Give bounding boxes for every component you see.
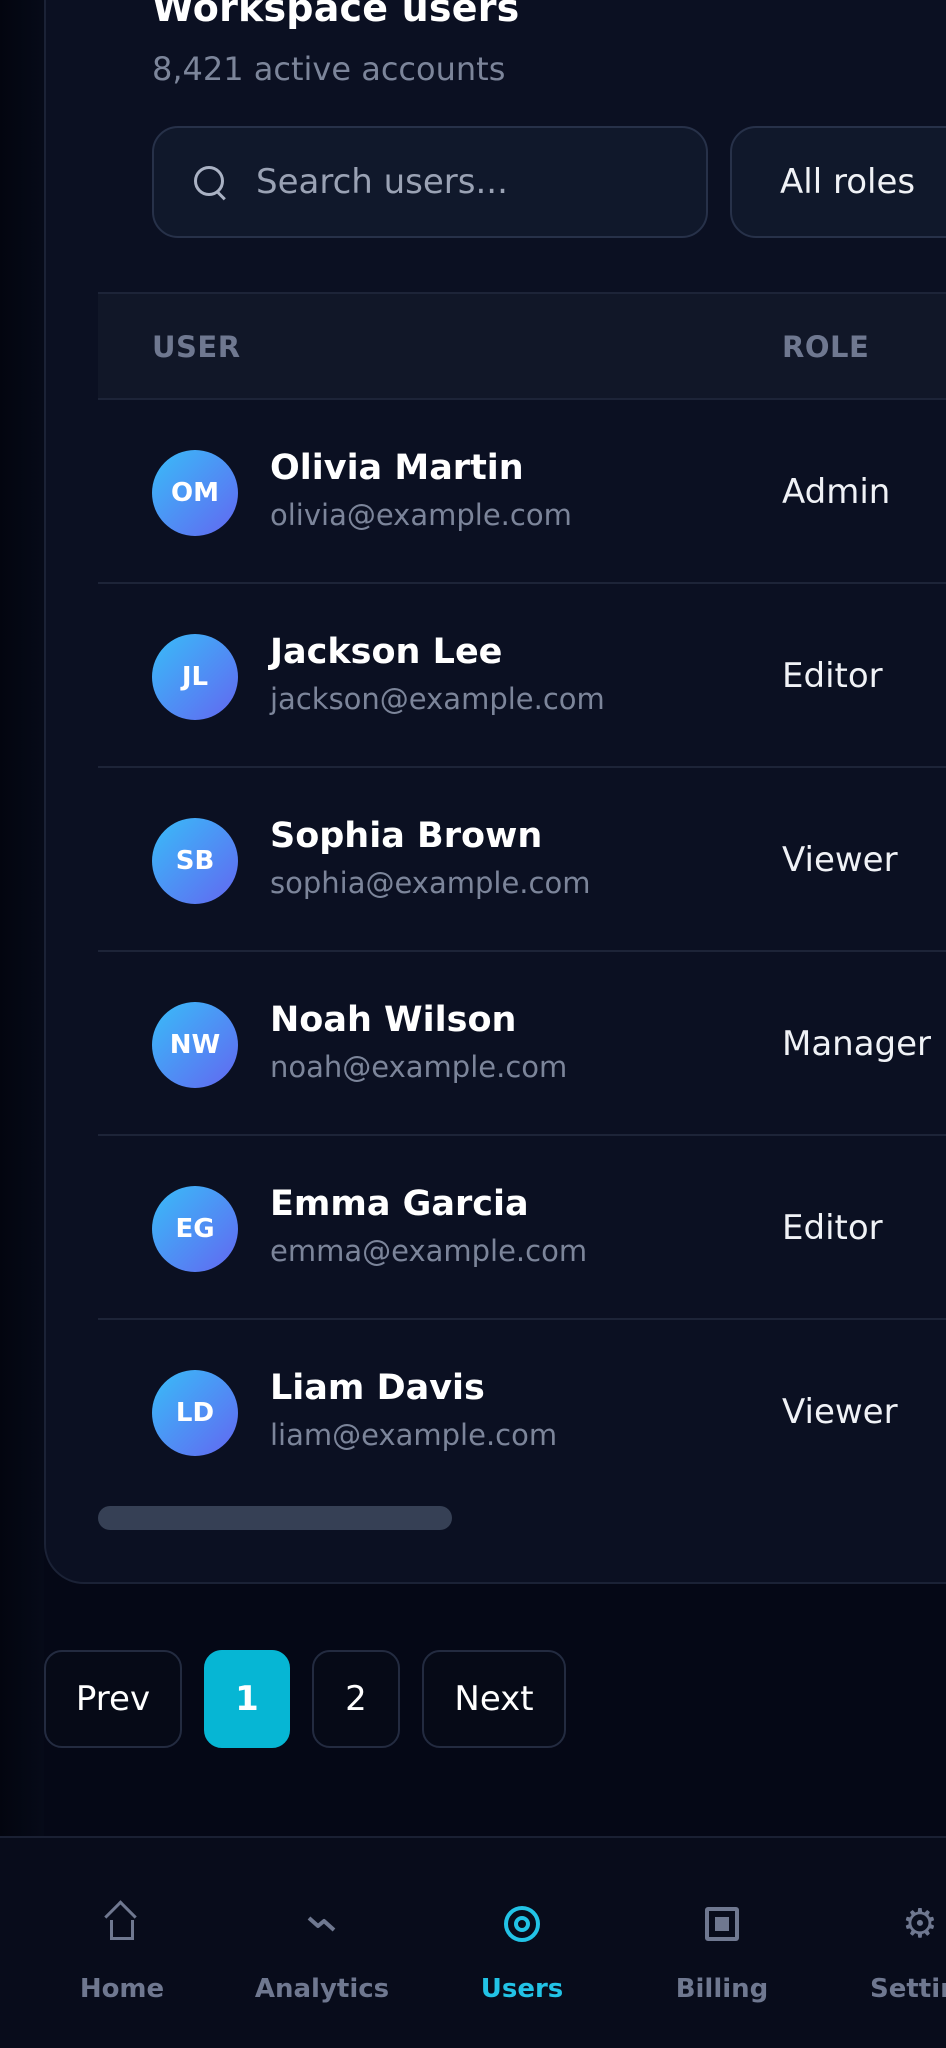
- table-row[interactable]: JL Jackson Lee jackson@example.com Edito…: [98, 584, 946, 768]
- role-filter-select[interactable]: All roles: [730, 126, 946, 238]
- avatar: OM: [152, 450, 238, 536]
- user-email: olivia@example.com: [270, 498, 572, 532]
- left-edge: [0, 0, 44, 1840]
- table-header: USER ROLE: [98, 292, 946, 400]
- page-2-button[interactable]: 2: [312, 1650, 400, 1748]
- nav-item-home[interactable]: Home: [22, 1838, 222, 2048]
- account-count: 8,421 active accounts: [152, 50, 506, 88]
- search-input[interactable]: [256, 162, 676, 202]
- avatar: EG: [152, 1186, 238, 1272]
- user-name: Emma Garcia: [270, 1184, 529, 1224]
- user-role: Manager: [782, 1024, 932, 1064]
- nav-label: Analytics: [254, 1974, 390, 2004]
- nav-label: Settings: [870, 1974, 946, 2004]
- user-email: noah@example.com: [270, 1050, 568, 1084]
- page-1-button[interactable]: 1: [204, 1650, 290, 1748]
- prev-page-button[interactable]: Prev: [44, 1650, 182, 1748]
- user-role: Editor: [782, 656, 883, 696]
- nav-label: Users: [480, 1974, 564, 2004]
- user-name: Noah Wilson: [270, 1000, 517, 1040]
- user-name: Jackson Lee: [270, 632, 503, 672]
- billing-icon: [705, 1907, 739, 1941]
- page-title: Workspace users: [152, 0, 520, 30]
- nav-item-billing[interactable]: Billing: [622, 1838, 822, 2048]
- nav-item-settings[interactable]: ⚙ Settings: [822, 1838, 946, 2048]
- search-box[interactable]: [152, 126, 708, 238]
- table-row[interactable]: EG Emma Garcia emma@example.com Editor: [98, 1136, 946, 1320]
- user-name: Olivia Martin: [270, 448, 524, 488]
- user-email: emma@example.com: [270, 1234, 588, 1268]
- analytics-icon: [307, 1916, 336, 1932]
- next-page-button[interactable]: Next: [422, 1650, 566, 1748]
- user-role: Editor: [782, 1208, 883, 1248]
- nav-label: Billing: [675, 1974, 769, 2004]
- nav-label: Home: [79, 1974, 165, 2004]
- user-email: sophia@example.com: [270, 866, 591, 900]
- table-row[interactable]: NW Noah Wilson noah@example.com Manager: [98, 952, 946, 1136]
- role-filter-value: All roles: [780, 162, 916, 202]
- user-name: Liam Davis: [270, 1368, 485, 1408]
- settings-icon: ⚙: [902, 1901, 938, 1947]
- table-row[interactable]: OM Olivia Martin olivia@example.com Admi…: [98, 400, 946, 584]
- column-header-role: ROLE: [782, 330, 870, 364]
- users-icon: [504, 1906, 540, 1942]
- avatar: SB: [152, 818, 238, 904]
- nav-item-users[interactable]: Users: [422, 1838, 622, 2048]
- user-name: Sophia Brown: [270, 816, 543, 856]
- column-header-user: USER: [152, 330, 241, 364]
- avatar: NW: [152, 1002, 238, 1088]
- nav-item-analytics[interactable]: Analytics: [222, 1838, 422, 2048]
- search-icon: [192, 164, 228, 200]
- home-icon: [110, 1920, 134, 1940]
- horizontal-scrollbar[interactable]: [98, 1506, 452, 1530]
- bottom-nav: Home Analytics Users Billing ⚙ Settings: [0, 1836, 946, 2048]
- user-role: Viewer: [782, 1392, 898, 1432]
- user-role: Admin: [782, 472, 891, 512]
- table-row[interactable]: LD Liam Davis liam@example.com Viewer: [98, 1320, 946, 1504]
- user-email: liam@example.com: [270, 1418, 558, 1452]
- user-role: Viewer: [782, 840, 898, 880]
- avatar: LD: [152, 1370, 238, 1456]
- avatar: JL: [152, 634, 238, 720]
- table-row[interactable]: SB Sophia Brown sophia@example.com Viewe…: [98, 768, 946, 952]
- users-page: Workspace users 8,421 active accounts Al…: [0, 0, 946, 2048]
- user-email: jackson@example.com: [270, 682, 605, 716]
